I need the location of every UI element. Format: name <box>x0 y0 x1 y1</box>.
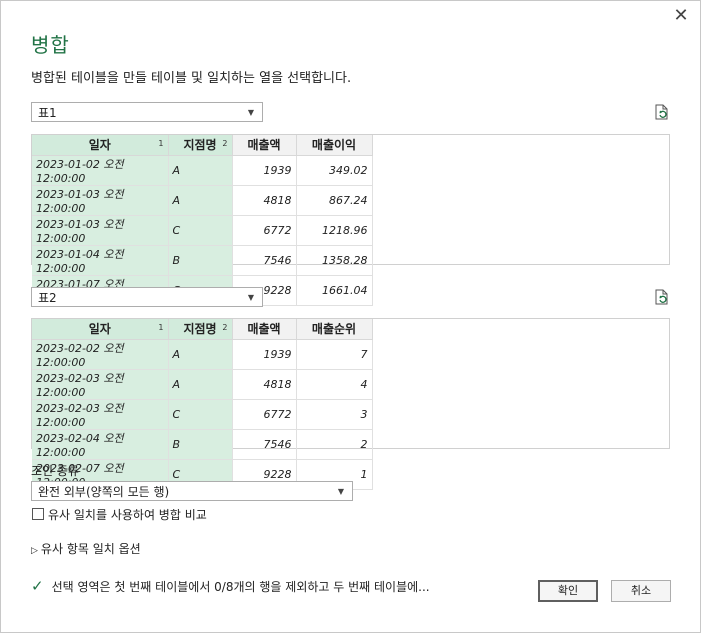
dialog-description: 병합된 테이블을 만들 테이블 및 일치하는 열을 선택합니다. <box>31 71 352 86</box>
table1-preview: 일자 1 지점명 2 매출액 매출이익 2023-01-02 오전 12:00:… <box>31 134 670 306</box>
table-row: 2023-01-02 오전 12:00:00 A 1939 349.02 <box>32 155 373 186</box>
table-cell: 2023-02-04 오전 12:00:00 <box>32 429 169 460</box>
table-cell: 6772 <box>232 215 297 246</box>
table-cell: 1661.04 <box>296 275 373 306</box>
refresh-preview-icon[interactable] <box>655 289 669 305</box>
table-cell: A <box>168 155 233 186</box>
table-cell: 1939 <box>232 155 297 186</box>
merge-dialog: ✕ 병합 병합된 테이블을 만들 테이블 및 일치하는 열을 선택합니다. 표1… <box>0 0 701 633</box>
header-label: 매출순위 <box>311 322 357 337</box>
table-row: 2023-02-02 오전 12:00:00 A 1939 7 <box>32 339 373 370</box>
table-cell: 4 <box>296 369 373 400</box>
chevron-down-icon: ▼ <box>247 293 254 302</box>
table-cell: 867.24 <box>296 185 373 216</box>
table-cell: B <box>168 429 233 460</box>
column-index-badge: 2 <box>222 139 228 148</box>
table-cell: B <box>168 245 233 276</box>
join-kind-value: 완전 외부(양쪽의 모든 행) <box>38 485 170 499</box>
column-index-badge: 1 <box>158 139 164 148</box>
table-cell: 2023-02-03 오전 12:00:00 <box>32 399 169 430</box>
header-label: 지점명 <box>183 322 217 337</box>
table2-header-rank[interactable]: 매출순위 <box>296 319 373 340</box>
fuzzy-match-label[interactable]: 유사 일치를 사용하여 병합 비교 <box>48 506 207 523</box>
table-row: 2023-02-04 오전 12:00:00 B 7546 2 <box>32 429 373 460</box>
table-cell: C <box>168 215 233 246</box>
table1-header-profit[interactable]: 매출이익 <box>296 135 373 156</box>
table1-select[interactable]: 표1 ▼ <box>31 102 263 122</box>
table1-header-sales[interactable]: 매출액 <box>232 135 297 156</box>
table-row: 2023-01-03 오전 12:00:00 A 4818 867.24 <box>32 185 373 216</box>
table-cell: 3 <box>296 399 373 430</box>
table-cell: 1939 <box>232 339 297 370</box>
fuzzy-match-checkbox[interactable] <box>32 508 44 520</box>
table2-header-date[interactable]: 일자 1 <box>32 319 169 340</box>
header-label: 지점명 <box>183 138 217 153</box>
column-index-badge: 2 <box>222 323 228 332</box>
table-row: 2023-02-03 오전 12:00:00 A 4818 4 <box>32 369 373 400</box>
table-cell: 2 <box>296 429 373 460</box>
fuzzy-options-label: 유사 항목 일치 옵션 <box>40 542 141 556</box>
join-kind-select[interactable]: 완전 외부(양쪽의 모든 행) ▼ <box>31 481 353 501</box>
header-label: 일자 <box>88 322 111 337</box>
table-cell: A <box>168 369 233 400</box>
close-icon[interactable]: ✕ <box>672 7 690 25</box>
header-label: 매출이익 <box>311 138 357 153</box>
join-kind-label: 조인 종류 <box>31 464 79 478</box>
fuzzy-options-expander[interactable]: ▷ 유사 항목 일치 옵션 <box>31 540 141 557</box>
table1-header-date[interactable]: 일자 1 <box>32 135 169 156</box>
chevron-right-icon: ▷ <box>31 546 38 556</box>
refresh-preview-icon[interactable] <box>655 104 669 120</box>
status-text: 선택 영역은 첫 번째 테이블에서 0/8개의 행을 제외하고 두 번째 테이블… <box>51 580 430 594</box>
header-label: 매출액 <box>247 322 281 337</box>
table2-select[interactable]: 표2 ▼ <box>31 287 263 307</box>
table-cell: A <box>168 339 233 370</box>
table-cell: A <box>168 185 233 216</box>
table2-header-sales[interactable]: 매출액 <box>232 319 297 340</box>
table-cell: 1358.28 <box>296 245 373 276</box>
table-row: 2023-01-03 오전 12:00:00 C 6772 1218.96 <box>32 215 373 246</box>
table-row: 2023-02-03 오전 12:00:00 C 6772 3 <box>32 399 373 430</box>
table-cell: 7 <box>296 339 373 370</box>
table-cell: 1218.96 <box>296 215 373 246</box>
table-cell: 2023-01-03 오전 12:00:00 <box>32 215 169 246</box>
table-cell: 6772 <box>232 399 297 430</box>
table2-header-store[interactable]: 지점명 2 <box>168 319 233 340</box>
ok-button[interactable]: 확인 <box>538 580 598 602</box>
table-cell: 4818 <box>232 369 297 400</box>
table-cell: 4818 <box>232 185 297 216</box>
table-cell: 349.02 <box>296 155 373 186</box>
status-message: ✓ 선택 영역은 첫 번째 테이블에서 0/8개의 행을 제외하고 두 번째 테이… <box>31 577 430 595</box>
table-cell: C <box>168 399 233 430</box>
table2-grid: 일자 1 지점명 2 매출액 매출순위 2023-02-02 오전 12:00:… <box>32 319 373 490</box>
table2-select-value: 표2 <box>38 291 57 305</box>
dialog-title: 병합 <box>31 33 70 57</box>
table1-grid: 일자 1 지점명 2 매출액 매출이익 2023-01-02 오전 12:00:… <box>32 135 373 306</box>
table-cell: 7546 <box>232 429 297 460</box>
chevron-down-icon: ▼ <box>247 108 254 117</box>
table1-header-store[interactable]: 지점명 2 <box>168 135 233 156</box>
table-cell: 2023-01-04 오전 12:00:00 <box>32 245 169 276</box>
column-index-badge: 1 <box>158 323 164 332</box>
chevron-down-icon: ▼ <box>337 487 344 496</box>
table-cell: 2023-02-02 오전 12:00:00 <box>32 339 169 370</box>
table2-preview: 일자 1 지점명 2 매출액 매출순위 2023-02-02 오전 12:00:… <box>31 318 670 490</box>
table1-select-value: 표1 <box>38 106 57 120</box>
table-cell: 7546 <box>232 245 297 276</box>
cancel-button[interactable]: 취소 <box>611 580 671 602</box>
checkmark-icon: ✓ <box>31 577 44 595</box>
header-label: 일자 <box>88 138 111 153</box>
table-cell: 2023-02-03 오전 12:00:00 <box>32 369 169 400</box>
table-row: 2023-01-04 오전 12:00:00 B 7546 1358.28 <box>32 245 373 276</box>
header-label: 매출액 <box>247 138 281 153</box>
table-cell: 2023-01-02 오전 12:00:00 <box>32 155 169 186</box>
table-cell: 2023-01-03 오전 12:00:00 <box>32 185 169 216</box>
